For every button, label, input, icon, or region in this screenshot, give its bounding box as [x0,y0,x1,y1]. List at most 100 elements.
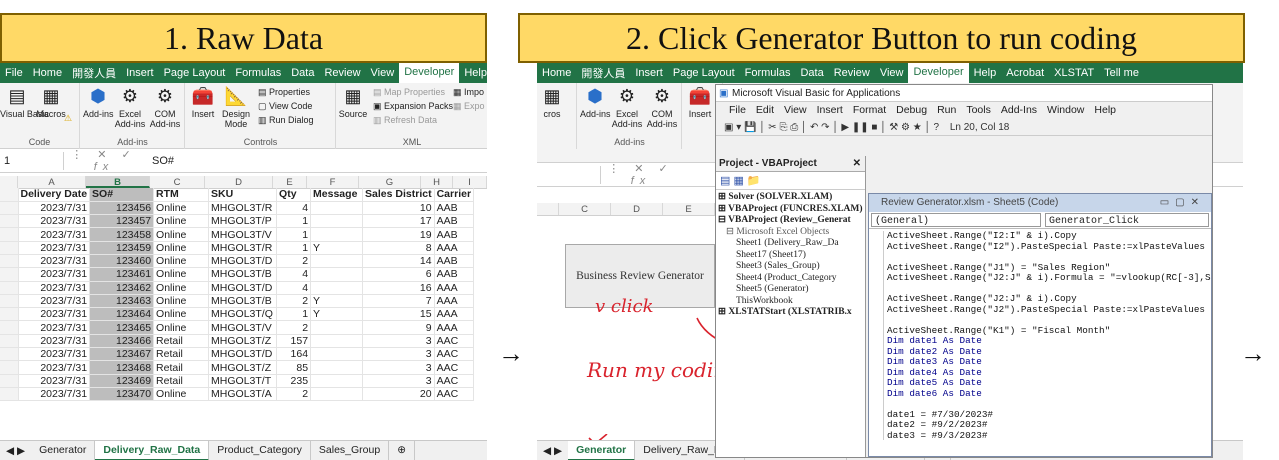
table-cell[interactable]: Retail [153,374,210,388]
column-header[interactable]: G [359,176,421,188]
table-cell[interactable]: 2 [276,294,312,309]
vba-menu-item[interactable]: Insert [812,102,848,119]
ribbon-tab[interactable]: Insert [630,67,668,79]
project-toolbar[interactable]: ▤ ▦ 📁 [716,172,865,190]
ribbon-tab[interactable]: Data [795,67,828,79]
add-ins-button[interactable]: ⬢ Add-ins [83,85,114,119]
table-cell[interactable]: AAC [434,374,475,388]
table-cell[interactable]: 3 [362,360,435,375]
close-icon[interactable]: ✕ [853,156,861,172]
row-number[interactable] [0,360,19,375]
view-code-button[interactable]: ▢ View Code [258,101,312,112]
row-number[interactable] [0,320,19,335]
row-number[interactable] [0,281,19,295]
refresh-data-button[interactable]: ▥ Refresh Data [373,115,437,126]
ribbon-tab[interactable]: Formulas [230,67,286,79]
table-cell[interactable]: 19 [362,227,435,242]
table-cell[interactable]: Online [153,320,210,335]
table-cell[interactable]: 123464 [89,307,155,322]
macros-button[interactable]: ▦ cros [537,85,567,119]
source-button[interactable]: ▦ Source [337,85,369,119]
window-controls-icon[interactable]: ▭▢✕ [1160,194,1205,212]
macros-button[interactable]: ▦ Macros [34,85,68,119]
ribbon-tab[interactable]: XLSTAT [1049,67,1099,79]
row-number[interactable] [0,347,19,362]
properties-button[interactable]: ▤ Properties [258,87,310,98]
table-cell[interactable]: 123468 [89,360,155,375]
com-add-ins-button[interactable]: ⚙ COM Add-ins [147,85,183,129]
table-cell[interactable]: 2 [276,254,312,269]
table-cell[interactable]: 235 [276,374,312,388]
table-cell[interactable] [310,387,364,402]
table-cell[interactable]: 2023/7/31 [18,267,91,282]
column-header[interactable]: D [205,176,273,188]
table-cell[interactable] [310,374,364,388]
sheet-tab[interactable]: Sales_Group [311,440,390,460]
table-cell[interactable] [310,360,364,375]
table-cell[interactable]: Online [153,307,210,322]
table-cell[interactable]: 20 [362,387,435,402]
table-cell[interactable]: 2023/7/31 [18,254,91,269]
vba-menu-item[interactable]: View [779,102,812,119]
table-cell[interactable]: MHGOL3T/D [208,281,278,295]
table-cell[interactable]: MHGOL3T/V [208,320,278,335]
table-cell[interactable]: 123461 [89,267,155,282]
table-cell[interactable]: AAA [434,307,475,322]
header-cell[interactable]: Carrier [434,188,475,202]
ribbon-tab[interactable]: Formulas [740,67,796,79]
column-header[interactable]: C [559,203,611,215]
insert-control-button[interactable]: 🧰 Insert [685,85,715,119]
table-cell[interactable]: MHGOL3T/Q [208,307,278,322]
tree-node[interactable]: ⊞ Solver (SOLVER.XLAM) [718,192,863,204]
ribbon-tab[interactable]: Help [459,67,487,79]
table-cell[interactable]: 2023/7/31 [18,374,91,388]
tree-node[interactable]: ⊟ Microsoft Excel Objects [718,227,863,239]
table-cell[interactable]: MHGOL3T/D [208,254,278,269]
procedure-combo[interactable]: Generator_Click [1045,213,1209,227]
row-number[interactable] [0,254,19,269]
column-header[interactable]: H [421,176,453,188]
header-cell[interactable]: Qty [276,188,312,202]
table-cell[interactable]: Online [153,201,210,216]
table-cell[interactable]: AAC [434,334,475,349]
table-cell[interactable]: 123456 [89,201,155,216]
ribbon-tab[interactable]: File [0,67,28,79]
table-cell[interactable]: 2 [276,320,312,335]
vba-toolbar-icons[interactable]: ▣ ▾ 💾 │ ✂ ⎘ ⎙ │ ↶ ↷ │ ▶ ❚❚ ■ │ ⚒ ⚙ ★ │ ? [724,122,939,133]
excel-add-ins-button[interactable]: ⚙ Excel Add-ins [610,85,644,129]
table-cell[interactable]: Online [153,214,210,229]
table-cell[interactable]: MHGOL3T/T [208,374,278,388]
vba-menu-item[interactable]: Add-Ins [996,102,1042,119]
table-cell[interactable]: AAC [434,387,475,402]
table-cell[interactable]: 6 [362,267,435,282]
column-header[interactable]: I [453,176,487,188]
table-cell[interactable]: 123460 [89,254,155,269]
table-cell[interactable]: 123459 [89,241,155,255]
column-header[interactable]: C [150,176,205,188]
table-cell[interactable]: Online [153,241,210,255]
table-cell[interactable]: 9 [362,320,435,335]
row-number[interactable] [0,241,19,255]
map-properties-button[interactable]: ▤ Map Properties [373,87,445,98]
table-cell[interactable]: AAB [434,201,475,216]
table-cell[interactable]: Online [153,387,210,402]
excel-add-ins-button[interactable]: ⚙ Excel Add-ins [113,85,147,129]
table-cell[interactable]: 7 [362,294,435,309]
table-cell[interactable]: MHGOL3T/B [208,267,278,282]
table-cell[interactable]: 2023/7/31 [18,334,91,349]
table-cell[interactable]: MHGOL3T/P [208,214,278,229]
table-cell[interactable]: MHGOL3T/V [208,227,278,242]
table-cell[interactable]: 3 [362,374,435,388]
table-cell[interactable]: 2023/7/31 [18,241,91,255]
ribbon-tab[interactable]: Review [829,67,875,79]
table-cell[interactable]: 16 [362,281,435,295]
row-number[interactable] [0,387,19,402]
ribbon-tab[interactable]: Help [969,67,1002,79]
tree-node[interactable]: ⊞ VBAProject (FUNCRES.XLAM) [718,204,863,216]
vba-menu-item[interactable]: Help [1089,102,1121,119]
table-cell[interactable]: 2023/7/31 [18,294,91,309]
column-header[interactable]: F [307,176,359,188]
ribbon-tab[interactable]: Page Layout [668,67,740,79]
table-cell[interactable]: 123469 [89,374,155,388]
table-cell[interactable]: 123462 [89,281,155,295]
